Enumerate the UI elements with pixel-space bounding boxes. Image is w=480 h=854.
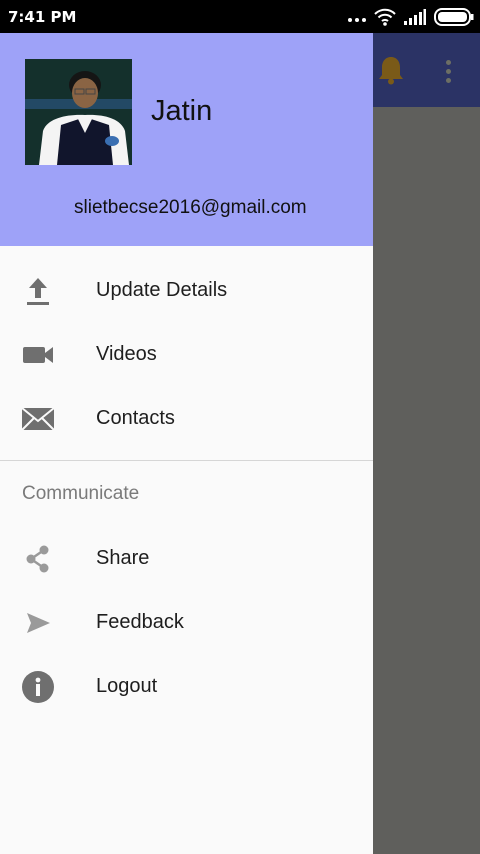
videocam-icon [20,337,56,373]
menu-item-label: Logout [96,675,158,697]
background-app-scrim[interactable] [373,33,480,854]
user-name: Jatin [151,95,213,127]
user-email: slietbecse2016@gmail.com [74,197,307,218]
envelope-icon [20,401,56,437]
share-icon [20,541,56,577]
overflow-menu-icon[interactable] [446,60,451,83]
status-bar: 7:41 PM [0,0,480,33]
send-icon [20,605,56,641]
menu-item-label: Contacts [96,407,175,429]
menu-item-label: Feedback [96,611,184,633]
section-header-communicate: Communicate [22,483,140,504]
battery-icon [434,8,474,26]
status-time: 7:41 PM [8,8,77,26]
menu-item-label: Videos [96,343,157,365]
more-dots-icon [348,12,366,22]
menu-item-label: Update Details [96,279,228,301]
drawer-header: Jatin slietbecse2016@gmail.com [0,33,373,246]
menu-item-label: Share [96,547,150,569]
status-icons [348,6,474,28]
notification-bell-icon[interactable] [377,55,405,85]
menu-item-update-details[interactable]: Update Details [0,259,373,323]
navigation-drawer: Jatin slietbecse2016@gmail.com Update De… [0,33,373,854]
menu-item-logout[interactable]: Logout [0,655,373,719]
avatar[interactable] [25,59,132,165]
menu-item-contacts[interactable]: Contacts [0,387,373,451]
menu-item-videos[interactable]: Videos [0,323,373,387]
menu-item-feedback[interactable]: Feedback [0,591,373,655]
signal-icon [404,9,426,25]
app-toolbar [373,33,480,107]
menu-item-share[interactable]: Share [0,527,373,591]
wifi-icon [374,8,396,26]
info-icon [20,669,56,705]
upload-icon [20,273,56,309]
divider [0,460,373,461]
